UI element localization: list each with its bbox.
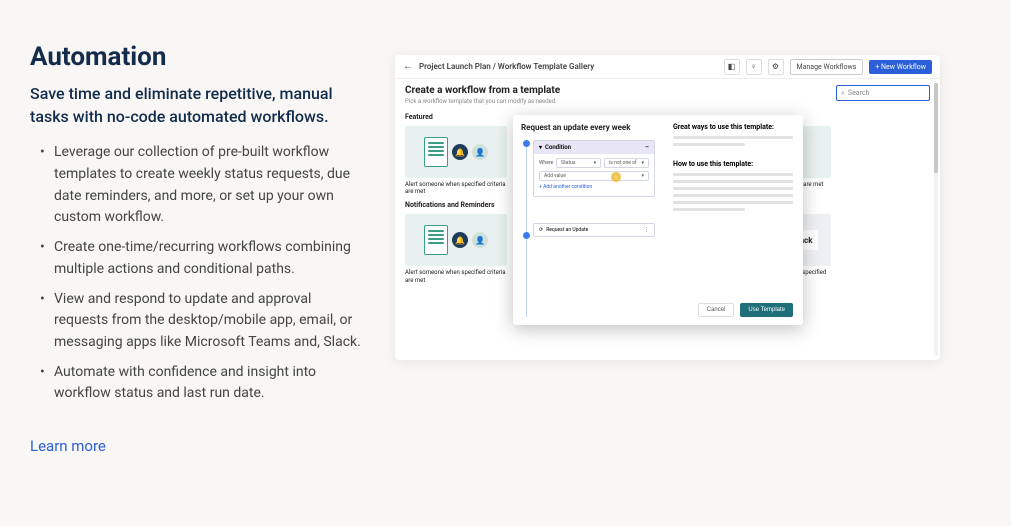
condition-label: Condition bbox=[545, 144, 571, 151]
back-arrow-icon[interactable]: ← bbox=[403, 61, 413, 72]
field-select[interactable]: Status▾ bbox=[556, 158, 601, 168]
bullet-item: Create one-time/recurring workflows comb… bbox=[40, 237, 367, 280]
how-to-heading: How to use this template: bbox=[673, 160, 793, 168]
modal-info-panel: Great ways to use this template: How to … bbox=[663, 115, 803, 325]
user-icon: 👤 bbox=[472, 144, 488, 160]
page-subtitle: Save time and eliminate repetitive, manu… bbox=[30, 82, 367, 128]
breadcrumb[interactable]: Project Launch Plan / Workflow Template … bbox=[419, 62, 594, 71]
app-subheader: Create a workflow from a template Pick a… bbox=[395, 79, 940, 109]
search-placeholder: Search bbox=[848, 89, 870, 97]
manage-workflows-button[interactable]: Manage Workflows bbox=[790, 59, 864, 75]
operator-select[interactable]: is not one of▾ bbox=[604, 158, 649, 168]
search-icon: ⌕ bbox=[841, 89, 845, 98]
screenshot-panel: ← Project Launch Plan / Workflow Templat… bbox=[385, 0, 1011, 526]
search-input[interactable]: ⌕ Search bbox=[836, 85, 930, 101]
card-caption: Alert someone when specified criteria ar… bbox=[405, 181, 507, 195]
cursor-icon bbox=[611, 172, 621, 182]
scrollbar[interactable] bbox=[934, 83, 938, 356]
bullet-item: Automate with confidence and insight int… bbox=[40, 362, 367, 405]
template-card[interactable]: 🔔 👤 Alert someone when specified criteri… bbox=[405, 214, 507, 283]
page-title: Automation bbox=[30, 42, 367, 72]
chevron-down-icon: ▾ bbox=[641, 173, 644, 179]
condition-block[interactable]: ▾Condition – Where Status▾ is not one of… bbox=[533, 140, 655, 197]
filter-icon: ▾ bbox=[539, 144, 542, 151]
chevron-down-icon: ▾ bbox=[594, 160, 597, 166]
template-preview-modal: Request an update every week ▾Condition … bbox=[513, 115, 803, 325]
where-label: Where bbox=[539, 160, 553, 166]
bell-icon: 🔔 bbox=[452, 232, 468, 248]
chevron-down-icon: ▾ bbox=[642, 160, 645, 166]
app-topbar: ← Project Launch Plan / Workflow Templat… bbox=[395, 55, 940, 79]
template-card[interactable]: 🔔 👤 Alert someone when specified criteri… bbox=[405, 126, 507, 195]
great-ways-heading: Great ways to use this template: bbox=[673, 123, 793, 131]
bullet-item: View and respond to update and approval … bbox=[40, 289, 367, 354]
add-condition-link[interactable]: + Add another condition bbox=[539, 184, 649, 190]
marketing-left-panel: Automation Save time and eliminate repet… bbox=[0, 0, 385, 526]
idea-icon[interactable]: ♀ bbox=[746, 59, 762, 75]
user-icon: 👤 bbox=[472, 232, 488, 248]
gallery-heading: Create a workflow from a template bbox=[405, 85, 560, 96]
action-label: Request an Update bbox=[546, 227, 588, 233]
collapse-icon[interactable]: – bbox=[645, 144, 649, 151]
gallery-subheading: Pick a workflow template that you can mo… bbox=[405, 98, 560, 105]
modal-workflow-preview: Request an update every week ▾Condition … bbox=[513, 115, 663, 325]
app-window: ← Project Launch Plan / Workflow Templat… bbox=[395, 55, 940, 360]
action-block[interactable]: ⟳Request an Update ⋮ bbox=[533, 223, 655, 237]
bullet-list: Leverage our collection of pre-built wor… bbox=[30, 142, 367, 405]
update-icon: ⟳ bbox=[539, 227, 543, 233]
bullet-item: Leverage our collection of pre-built wor… bbox=[40, 142, 367, 229]
use-template-button[interactable]: Use Template bbox=[740, 303, 793, 317]
value-select[interactable]: Add value▾ bbox=[539, 171, 649, 181]
more-icon[interactable]: ⋮ bbox=[644, 227, 649, 233]
new-workflow-button[interactable]: + New Workflow bbox=[869, 60, 932, 74]
announce-icon[interactable]: ◧ bbox=[724, 59, 740, 75]
cancel-button[interactable]: Cancel bbox=[698, 303, 735, 317]
card-caption: Alert someone when specified criteria ar… bbox=[405, 269, 507, 283]
bell-icon: 🔔 bbox=[452, 144, 468, 160]
learn-more-link[interactable]: Learn more bbox=[30, 437, 106, 455]
modal-title: Request an update every week bbox=[521, 123, 655, 132]
gear-icon[interactable]: ⚙ bbox=[768, 59, 784, 75]
workflow-timeline: ▾Condition – Where Status▾ is not one of… bbox=[521, 140, 655, 317]
scrollbar-thumb[interactable] bbox=[934, 83, 938, 173]
